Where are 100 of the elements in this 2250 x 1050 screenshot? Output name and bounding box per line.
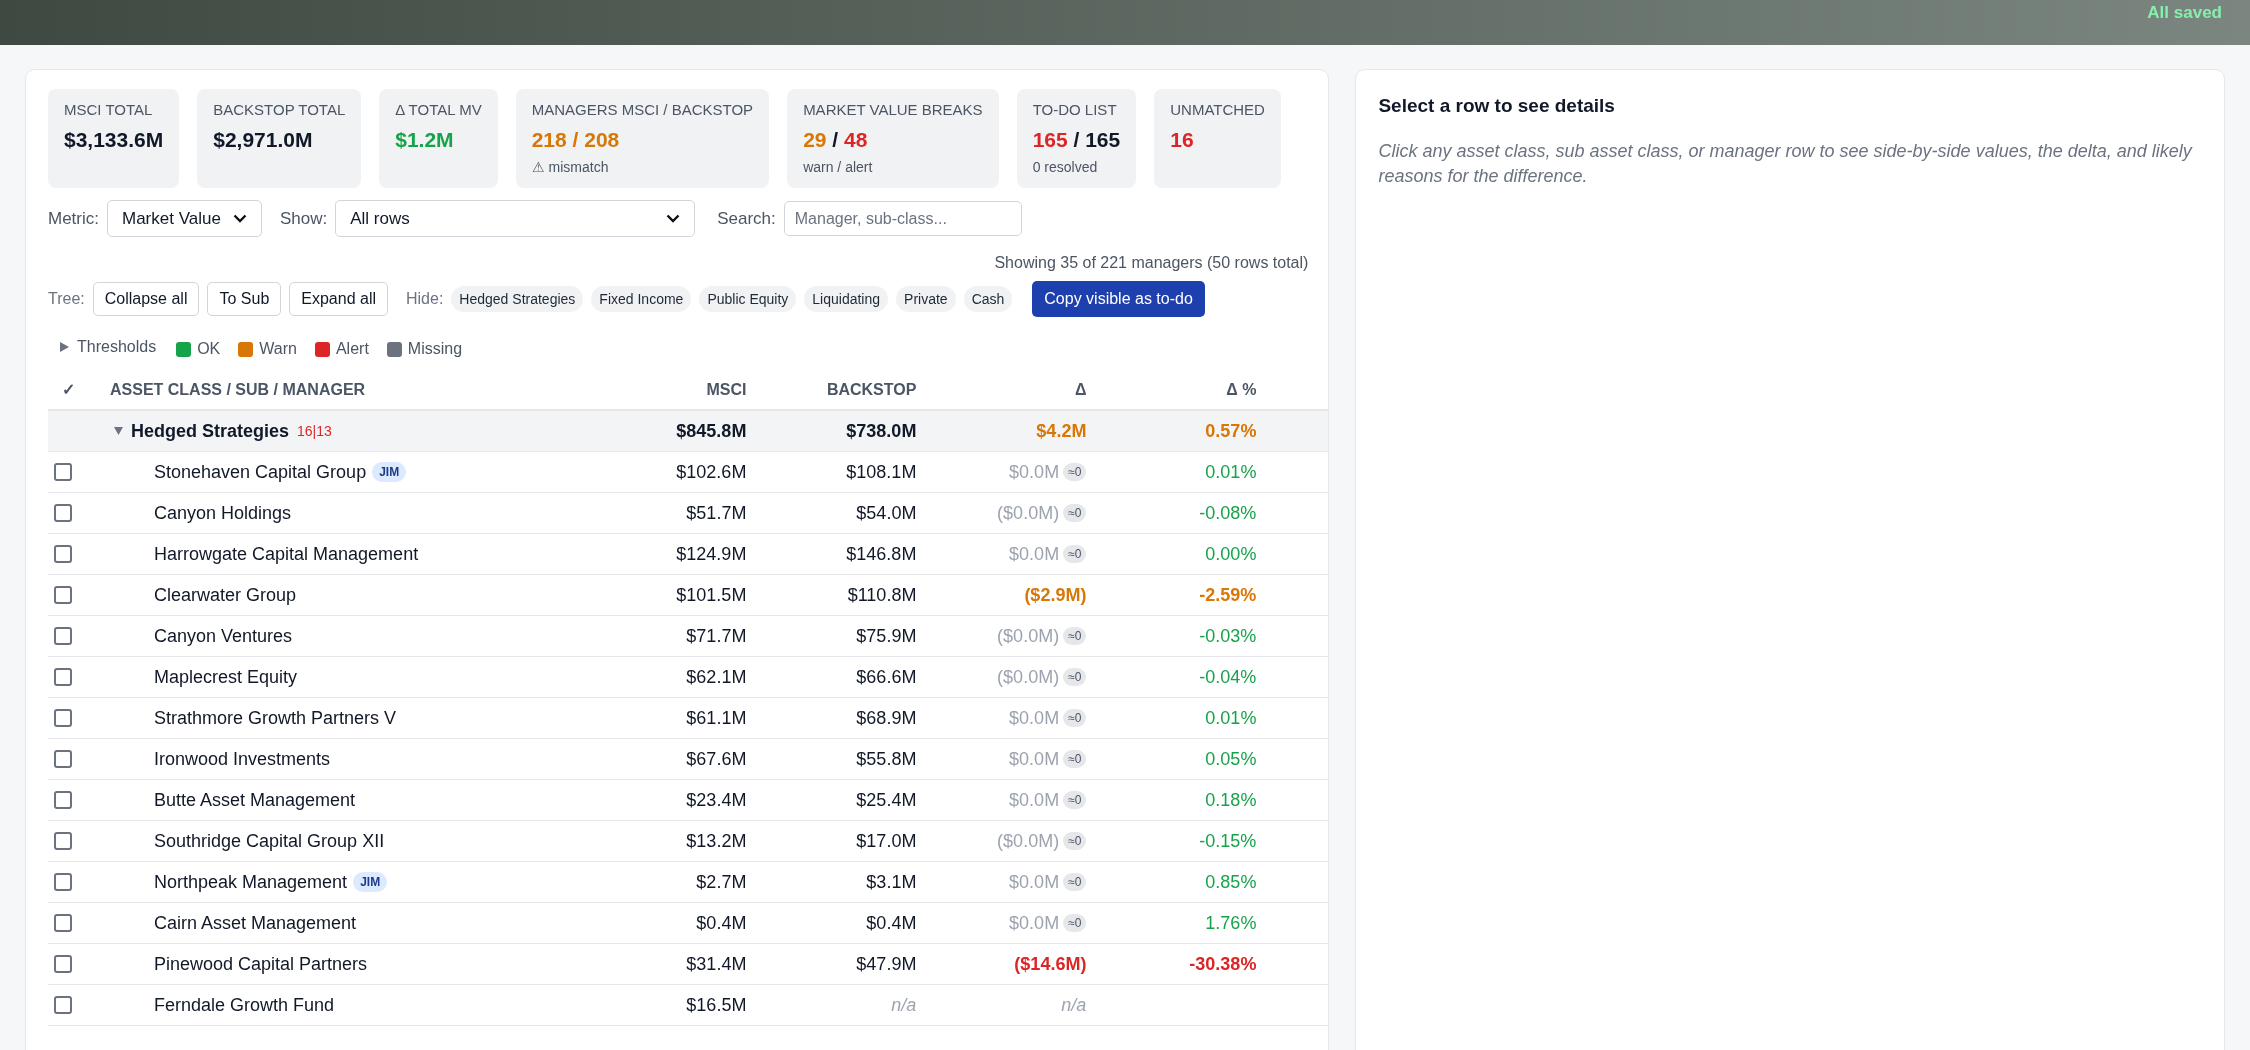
- msci-cell-text: $61.1M: [686, 706, 748, 730]
- delta-cell-text: $0.0M: [1009, 911, 1060, 935]
- kpi-value-part: / 165: [1072, 127, 1121, 151]
- expand-triangle-icon[interactable]: [114, 427, 123, 435]
- kpi-value-part: $1.2M: [395, 127, 454, 151]
- group-counts: 16|13: [297, 421, 332, 441]
- legend-label: Missing: [407, 339, 463, 359]
- delta-cell-text: ($0.0M): [997, 665, 1060, 689]
- kpi-label: TO-DO LIST: [1032, 100, 1118, 120]
- near-zero-badge: ≈0: [1063, 750, 1087, 768]
- manager-name: Stonehaven Capital Group: [154, 460, 367, 484]
- manager-name: Maplecrest Equity: [154, 665, 298, 689]
- hide-chip[interactable]: Private: [896, 286, 956, 312]
- kpi-value-part: 29: [803, 127, 827, 151]
- backstop-cell-text: $55.8M: [856, 747, 918, 771]
- backstop-cell-text: n/a: [891, 993, 918, 1017]
- backstop-cell-text: $110.8M: [847, 583, 918, 607]
- msci-cell-text: $845.8M: [676, 419, 748, 443]
- msci-cell-text: $71.7M: [686, 624, 748, 648]
- kpi-note: warn / alert: [803, 158, 874, 177]
- row-checkbox[interactable]: [54, 791, 72, 809]
- row-checkbox[interactable]: [54, 955, 72, 973]
- manager-name: Strathmore Growth Partners V: [154, 706, 397, 730]
- hide-chip[interactable]: Fixed Income: [591, 286, 692, 312]
- kpi-label: MSCI TOTAL: [64, 100, 154, 120]
- hide-chip[interactable]: Public Equity: [699, 286, 797, 312]
- show-select[interactable]: All rows: [335, 200, 696, 237]
- delta-cell-text: $0.0M: [1009, 542, 1060, 566]
- column-header[interactable]: Δ: [1074, 378, 1091, 402]
- backstop-cell-text: $17.0M: [856, 829, 918, 853]
- row-checkbox[interactable]: [54, 914, 72, 932]
- row-checkbox[interactable]: [54, 832, 72, 850]
- manager-name: Northpeak Management: [154, 870, 348, 894]
- delta-pct-cell-text: -0.04%: [1199, 665, 1258, 689]
- backstop-cell-text: $75.9M: [856, 624, 918, 648]
- group-name: Hedged Strategies: [131, 419, 290, 443]
- msci-cell-text: $0.4M: [696, 911, 748, 935]
- kpi-label: Δ TOTAL MV: [395, 100, 482, 120]
- column-header[interactable]: ASSET CLASS / SUB / MANAGER: [108, 378, 561, 402]
- tree-button[interactable]: Collapse all: [92, 282, 200, 316]
- backstop-cell-text: $108.1M: [846, 460, 918, 484]
- manager-tag: JIM: [372, 462, 407, 482]
- kpi-value-part: $3,133.6M: [64, 127, 164, 151]
- delta-pct-cell-text: 0.85%: [1205, 870, 1258, 894]
- chevron-down-icon: [666, 214, 681, 223]
- manager-name: Butte Asset Management: [154, 788, 356, 812]
- column-header[interactable]: MSCI: [706, 378, 751, 402]
- manager-name: Harrowgate Capital Management: [154, 542, 419, 566]
- row-checkbox[interactable]: [54, 545, 72, 563]
- details-title: Select a row to see details: [1378, 94, 1616, 118]
- row-checkbox[interactable]: [54, 463, 72, 481]
- row-checkbox[interactable]: [54, 627, 72, 645]
- kpi-label: MARKET VALUE BREAKS: [803, 100, 983, 120]
- msci-cell-text: $2.7M: [696, 870, 748, 894]
- hide-chip[interactable]: Liquidating: [804, 286, 889, 312]
- metric-select[interactable]: Market Value: [107, 200, 262, 237]
- row-checkbox[interactable]: [54, 504, 72, 522]
- near-zero-badge: ≈0: [1063, 545, 1087, 563]
- delta-cell-text: ($14.6M): [1014, 952, 1087, 976]
- hide-chip[interactable]: Hedged Strategies: [451, 286, 584, 312]
- kpi-label: UNMATCHED: [1170, 100, 1265, 120]
- tree-button[interactable]: Expand all: [289, 282, 388, 316]
- delta-pct-cell-text: 0.57%: [1205, 419, 1258, 443]
- backstop-cell-text: $25.4M: [856, 788, 918, 812]
- row-checkbox[interactable]: [54, 709, 72, 727]
- backstop-cell-text: $47.9M: [856, 952, 918, 976]
- delta-pct-cell-text: -0.03%: [1199, 624, 1258, 648]
- delta-cell-text: $4.2M: [1036, 419, 1088, 443]
- backstop-cell-text: $66.6M: [856, 665, 918, 689]
- msci-cell-text: $23.4M: [686, 788, 748, 812]
- copy-todo-button[interactable]: Copy visible as to-do: [1032, 281, 1205, 317]
- msci-cell-text: $62.1M: [686, 665, 748, 689]
- search-field[interactable]: Manager, sub-class...: [783, 201, 1022, 236]
- near-zero-badge: ≈0: [1063, 791, 1087, 809]
- show-label: Show:: [279, 207, 328, 230]
- group-row[interactable]: Hedged Strategies 16|13 $845.8M $738.0M $4.2M 0.57%: [48, 411, 1329, 452]
- chevron-down-icon: [232, 214, 247, 223]
- kpi-value-part: 218 / 208: [531, 127, 620, 151]
- row-checkbox[interactable]: [54, 873, 72, 891]
- manager-name: Clearwater Group: [154, 583, 297, 607]
- row-checkbox[interactable]: [54, 996, 72, 1014]
- showing-count: Showing 35 of 221 managers (50 rows total): [994, 253, 1309, 273]
- delta-pct-cell-text: 1.76%: [1205, 911, 1258, 935]
- near-zero-badge: ≈0: [1063, 627, 1087, 645]
- column-header[interactable]: Δ %: [1226, 378, 1261, 402]
- search-label: Search:: [717, 207, 776, 230]
- msci-cell-text: $31.4M: [686, 952, 748, 976]
- legend-label: Alert: [335, 339, 369, 359]
- column-header[interactable]: BACKSTOP: [826, 378, 921, 402]
- row-checkbox[interactable]: [54, 750, 72, 768]
- legend-label: OK: [197, 339, 221, 359]
- kpi-note: 0 resolved: [1032, 158, 1099, 177]
- row-checkbox[interactable]: [54, 586, 72, 604]
- row-checkbox[interactable]: [54, 668, 72, 686]
- thresholds-toggle[interactable]: Thresholds: [60, 335, 157, 359]
- manager-name: Cairn Asset Management: [154, 911, 357, 935]
- manager-name: Southridge Capital Group XII: [154, 829, 385, 853]
- tree-button[interactable]: To Sub: [207, 282, 282, 316]
- hide-chip[interactable]: Cash: [963, 286, 1013, 312]
- msci-cell-text: $102.6M: [676, 460, 748, 484]
